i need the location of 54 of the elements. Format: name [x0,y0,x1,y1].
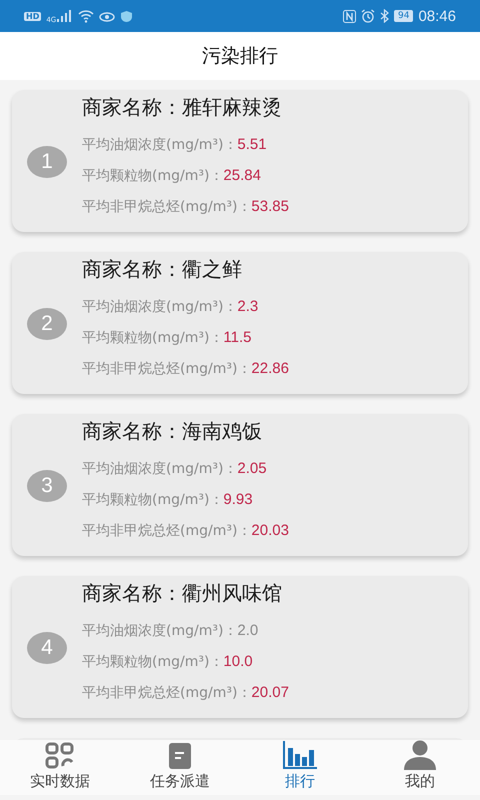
metric-label: 平均颗粒物(mg/m³)： [82,652,224,670]
merchant-name: 商家名称：雅轩麻辣烫 [82,94,283,121]
metric-label: 平均油烟浓度(mg/m³)： [82,460,238,478]
merchant-name: 商家名称：海南鸡饭 [82,418,263,445]
metric-value: 22.86 [251,360,289,377]
metric-value: 20.07 [251,684,289,701]
rank-badge: 4 [27,632,67,664]
merchant-name: 商家名称：衢之鲜 [82,256,243,283]
alarm-icon [361,9,375,23]
metric-label: 平均颗粒物(mg/m³)： [82,328,224,346]
metric-label: 平均非甲烷总烃(mg/m³)： [82,522,252,540]
metric-label: 平均油烟浓度(mg/m³)： [82,298,238,316]
ranking-card[interactable]: 1 商家名称：雅轩麻辣烫 平均油烟浓度(mg/m³)：5.51 平均颗粒物(mg/m³)：25.84 平均非甲烷总烃(mg/m³)：53.85 [12,90,468,232]
metric-value: 11.5 [223,329,252,346]
nav-tab[interactable]: 实时数据 [0,740,120,795]
metric-value: 20.03 [251,522,289,539]
nav-tab[interactable]: 排行 [240,740,360,795]
bar-chart-icon [282,740,318,770]
metric-value: 2.05 [237,460,267,477]
rank-badge: 2 [27,308,67,340]
nav-tab[interactable]: 我的 [360,740,480,795]
eye-icon [99,10,116,22]
battery-level: 94 [394,10,414,22]
metric-label: 平均油烟浓度(mg/m³)： [82,622,238,640]
metric-label: 平均非甲烷总烃(mg/m³)： [82,684,252,702]
metric-label: 平均颗粒物(mg/m³)： [82,166,224,184]
shield-icon [120,10,134,22]
nav-tab[interactable]: 任务派遣 [120,740,240,795]
metric-value: 9.93 [223,491,253,508]
metric-value: 2.0 [237,622,258,639]
metric-value: 10.0 [223,653,253,670]
hd-indicator: HD [24,12,42,20]
ranking-card[interactable]: 2 商家名称：衢之鲜 平均油烟浓度(mg/m³)：2.3 平均颗粒物(mg/m³)：11.5 平均非甲烷总烃(mg/m³)：22.86 [12,252,468,394]
rank-badge: 1 [27,146,67,178]
nfc-icon [343,10,356,22]
grid-icon [45,742,75,770]
metric-value: 25.84 [223,167,261,184]
metric-label: 平均非甲烷总烃(mg/m³)： [82,360,252,378]
ranking-card[interactable]: 3 商家名称：海南鸡饭 平均油烟浓度(mg/m³)：2.05 平均颗粒物(mg/m³)：9.93 平均非甲烷总烃(mg/m³)：20.03 [12,414,468,556]
metric-label: 平均油烟浓度(mg/m³)： [82,136,238,154]
metric-value: 2.3 [237,298,258,315]
user-icon [403,740,437,770]
page-title: 污染排行 [202,44,278,69]
bluetooth-icon [380,9,389,23]
merchant-name: 商家名称：衢州风味馆 [82,580,283,607]
metric-value: 53.85 [251,198,289,215]
signal-icon [57,10,74,22]
metric-label: 平均非甲烷总烃(mg/m³)： [82,198,252,216]
wifi-icon [78,10,94,22]
metric-value: 5.51 [237,136,267,153]
clock: 08:46 [418,8,456,24]
ranking-card[interactable]: 4 商家名称：衢州风味馆 平均油烟浓度(mg/m³)：2.0 平均颗粒物(mg/m³)：10.0 平均非甲烷总烃(mg/m³)：20.07 [12,576,468,718]
rank-badge: 3 [27,470,67,502]
metric-label: 平均颗粒物(mg/m³)： [82,490,224,508]
